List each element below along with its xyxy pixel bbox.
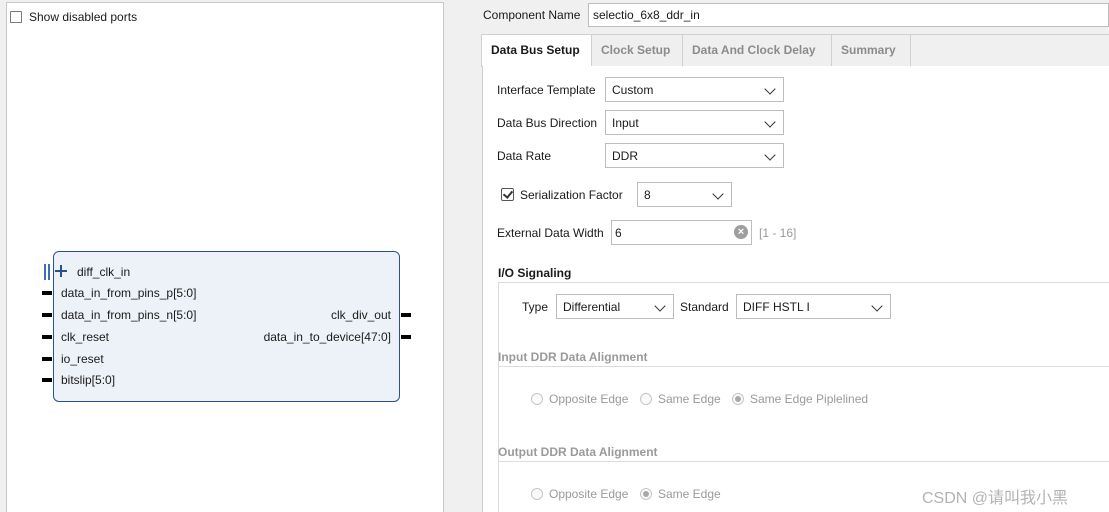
input-same-edge-pipelined-radio[interactable] [732, 393, 744, 405]
bus-marker-icon [44, 264, 46, 280]
data-rate-value: DDR [612, 149, 638, 163]
external-data-width-value: 6 [615, 226, 622, 240]
io-signaling-title: I/O Signaling [498, 266, 572, 280]
tab-data-and-clock-delay[interactable]: Data And Clock Delay [683, 35, 832, 66]
output-same-edge-radio[interactable] [640, 488, 652, 500]
chevron-down-icon [764, 149, 776, 161]
port-data-in-from-pins-n: data_in_from_pins_n[5:0] [61, 308, 197, 322]
external-data-width-label: External Data Width [497, 226, 604, 240]
port-pin [42, 335, 52, 339]
tab-clock-setup[interactable]: Clock Setup [592, 35, 683, 66]
serialization-factor-value: 8 [644, 188, 651, 202]
external-data-width-range: [1 - 16] [759, 226, 797, 240]
port-pin [401, 335, 411, 339]
input-opposite-edge-label: Opposite Edge [549, 392, 629, 406]
output-opposite-edge-label: Opposite Edge [549, 487, 629, 501]
data-rate-select[interactable]: DDR [605, 143, 784, 168]
input-same-edge-label: Same Edge [658, 392, 721, 406]
port-bitslip: bitslip[5:0] [61, 373, 116, 387]
port-diff-clk-in: diff_clk_in [77, 265, 131, 279]
data-rate-label: Data Rate [497, 149, 552, 163]
component-name-field[interactable]: selectio_6x8_ddr_in [588, 3, 1109, 27]
data-bus-direction-label: Data Bus Direction [497, 116, 598, 130]
port-pin [42, 313, 52, 317]
input-same-edge-radio[interactable] [640, 393, 652, 405]
data-bus-direction-value: Input [612, 116, 639, 130]
show-disabled-ports-label: Show disabled ports [29, 10, 138, 24]
output-opposite-edge-radio[interactable] [531, 488, 543, 500]
interface-template-label: Interface Template [497, 83, 596, 97]
external-data-width-field[interactable]: 6 × [611, 220, 752, 245]
interface-template-select[interactable]: Custom [605, 77, 784, 102]
port-data-in-from-pins-p: data_in_from_pins_p[5:0] [61, 286, 197, 300]
divider [498, 461, 1109, 462]
port-pin [401, 313, 411, 317]
type-label: Type [522, 300, 549, 314]
port-clk-div-out: clk_div_out [330, 308, 391, 322]
output-same-edge-label: Same Edge [658, 487, 721, 501]
standard-select[interactable]: DIFF HSTL I [736, 294, 891, 319]
type-select[interactable]: Differential [556, 294, 674, 319]
component-name-value: selectio_6x8_ddr_in [593, 8, 700, 22]
checkmark-icon [502, 188, 514, 199]
tab-data-bus-setup[interactable]: Data Bus Setup [481, 35, 592, 67]
output-ddr-alignment-title: Output DDR Data Alignment [498, 445, 658, 459]
serialization-factor-checkbox[interactable] [501, 188, 514, 201]
chevron-down-icon [764, 116, 776, 128]
serialization-factor-label: Serialization Factor [520, 188, 623, 202]
interface-template-value: Custom [612, 83, 654, 97]
chevron-down-icon [871, 300, 883, 312]
port-io-reset: io_reset [61, 352, 104, 366]
standard-value: DIFF HSTL I [743, 300, 810, 314]
divider [498, 366, 1109, 367]
divider [498, 282, 1109, 283]
input-same-edge-pipelined-label: Same Edge Piplelined [750, 392, 869, 406]
port-pin [42, 357, 52, 361]
standard-label: Standard [680, 300, 729, 314]
group-border [498, 282, 499, 512]
component-name-label: Component Name [483, 8, 581, 22]
tab-bar: Data Bus Setup Clock Setup Data And Cloc… [481, 34, 1109, 67]
input-opposite-edge-radio[interactable] [531, 393, 543, 405]
show-disabled-ports-checkbox[interactable] [10, 11, 22, 23]
bus-marker-icon-2 [48, 264, 50, 280]
watermark: CSDN @请叫我小黑 [922, 490, 1069, 507]
chevron-down-icon [654, 300, 666, 312]
chevron-down-icon [764, 83, 776, 95]
serialization-factor-select[interactable]: 8 [637, 182, 732, 207]
input-ddr-alignment-title: Input DDR Data Alignment [498, 350, 648, 364]
port-pin [42, 378, 52, 382]
chevron-down-icon [712, 188, 724, 200]
port-clk-reset: clk_reset [61, 330, 110, 344]
data-bus-direction-select[interactable]: Input [605, 110, 784, 135]
type-value: Differential [563, 300, 621, 314]
port-data-in-to-device: data_in_to_device[47:0] [263, 330, 391, 344]
expand-plus-icon[interactable] [55, 264, 69, 278]
clear-icon[interactable]: × [734, 225, 748, 239]
port-pin [42, 291, 52, 295]
tab-summary[interactable]: Summary [832, 35, 911, 66]
